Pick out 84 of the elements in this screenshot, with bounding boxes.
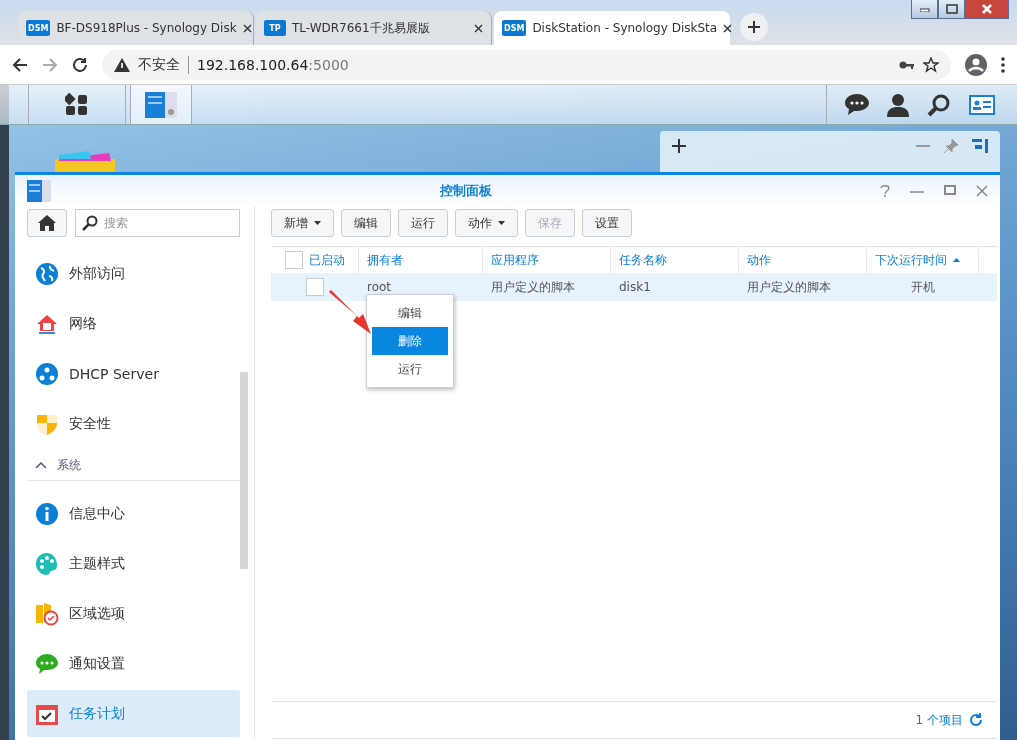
sort-ascending-icon xyxy=(953,258,960,262)
table-cell: 开机 xyxy=(867,273,979,301)
toolbar-button[interactable]: 设置 xyxy=(582,209,632,237)
map-clock-icon xyxy=(35,601,59,626)
back-icon[interactable] xyxy=(12,56,28,73)
browser-tab[interactable]: DSM DiskStation - Synology DiskSta xyxy=(494,11,730,45)
apps-icon xyxy=(65,92,89,117)
chevron-icon xyxy=(35,461,47,470)
close-icon[interactable] xyxy=(242,23,252,33)
house-icon xyxy=(35,312,59,337)
favicon: TP xyxy=(264,20,286,36)
tab-title: DiskStation - Synology DiskSta xyxy=(532,21,718,35)
browser-tab[interactable]: TP TL-WDR7661千兆易展版 xyxy=(256,11,492,45)
search-field[interactable]: 搜索 xyxy=(75,209,240,237)
maximize-icon[interactable] xyxy=(944,184,956,195)
sidebar-item[interactable]: 通知设置 xyxy=(27,640,240,688)
plus-icon xyxy=(747,20,761,34)
id-card-icon[interactable] xyxy=(969,94,995,115)
chat-icon[interactable] xyxy=(845,93,869,116)
minimize-button[interactable] xyxy=(911,0,938,19)
menu-item[interactable]: 删除 xyxy=(372,327,448,355)
address-bar[interactable]: 不安全 192.168.100.64:5000 xyxy=(102,49,951,80)
toolbar-button[interactable]: 动作 xyxy=(455,209,518,237)
chat-bubble-icon xyxy=(35,651,59,676)
favicon: DSM xyxy=(26,20,51,36)
star-icon[interactable] xyxy=(923,56,939,73)
refresh-icon[interactable] xyxy=(969,713,983,727)
user-icon[interactable] xyxy=(887,92,909,117)
toolbar-button[interactable]: 编辑 xyxy=(341,209,391,237)
home-icon xyxy=(38,215,56,231)
window-title: 控制面板 xyxy=(438,181,493,200)
key-icon[interactable] xyxy=(899,59,915,70)
add-icon[interactable] xyxy=(672,139,686,153)
sidebar-item[interactable]: 区域选项 xyxy=(27,590,240,638)
row-filler xyxy=(979,273,997,301)
caret-icon xyxy=(314,221,321,225)
network-nodes-icon xyxy=(35,362,59,387)
search-icon xyxy=(82,215,98,231)
control-panel-icon xyxy=(145,91,177,118)
table-cell: disk1 xyxy=(611,273,739,301)
tab-title: BF-DS918Plus - Synology Disk xyxy=(56,21,237,35)
maximize-icon xyxy=(945,4,958,14)
sidebar-item[interactable]: 信息中心 xyxy=(27,490,240,538)
caret-icon xyxy=(498,221,505,225)
maximize-button[interactable] xyxy=(938,0,965,19)
sidebar-item[interactable]: 外部访问 xyxy=(27,251,240,298)
checkbox[interactable] xyxy=(284,251,303,269)
main-menu-button[interactable] xyxy=(28,85,126,124)
toolbar-button[interactable]: 运行 xyxy=(398,209,448,237)
new-tab-button[interactable] xyxy=(740,13,768,41)
panel-toggle-icon[interactable] xyxy=(972,139,988,153)
shield-icon xyxy=(35,412,59,437)
sidebar-item[interactable]: 网络 xyxy=(27,300,240,348)
control-panel-taskbar-button[interactable] xyxy=(130,85,192,124)
close-icon[interactable] xyxy=(474,23,483,33)
toolbar-button[interactable]: 新增 xyxy=(271,209,334,237)
close-icon xyxy=(982,4,992,14)
menu-icon[interactable] xyxy=(1001,56,1005,73)
sidebar-item[interactable]: DHCP Server xyxy=(27,350,240,398)
arrow-drawing xyxy=(327,290,373,336)
checkbox[interactable] xyxy=(306,278,324,296)
search-icon[interactable] xyxy=(927,92,951,117)
control-panel-icon xyxy=(27,179,51,202)
palette-icon xyxy=(35,551,59,576)
help-icon[interactable] xyxy=(880,184,890,197)
table-cell: 用户定义的脚本 xyxy=(483,273,611,301)
sidebar-item[interactable]: 安全性 xyxy=(27,400,240,448)
info-icon xyxy=(35,501,59,526)
home-button[interactable] xyxy=(27,209,67,237)
close-button[interactable] xyxy=(965,0,1009,19)
item-count: 1 个项目 xyxy=(915,711,963,729)
sidebar-item[interactable]: 主题样式 xyxy=(27,540,240,588)
reload-icon[interactable] xyxy=(72,56,88,73)
minimize-icon xyxy=(919,6,930,12)
favicon: DSM xyxy=(502,20,527,36)
account-icon[interactable] xyxy=(965,53,987,76)
scrollbar[interactable] xyxy=(240,372,248,569)
browser-tab[interactable]: DSM BF-DS918Plus - Synology Disk xyxy=(18,11,254,45)
table-cell: 用户定义的脚本 xyxy=(739,273,867,301)
warning-icon xyxy=(114,57,130,72)
globe-icon xyxy=(35,262,59,287)
sidebar-item[interactable]: 任务计划 xyxy=(27,690,240,737)
tab-title: TL-WDR7661千兆易展版 xyxy=(292,19,431,37)
close-icon[interactable] xyxy=(723,23,733,33)
